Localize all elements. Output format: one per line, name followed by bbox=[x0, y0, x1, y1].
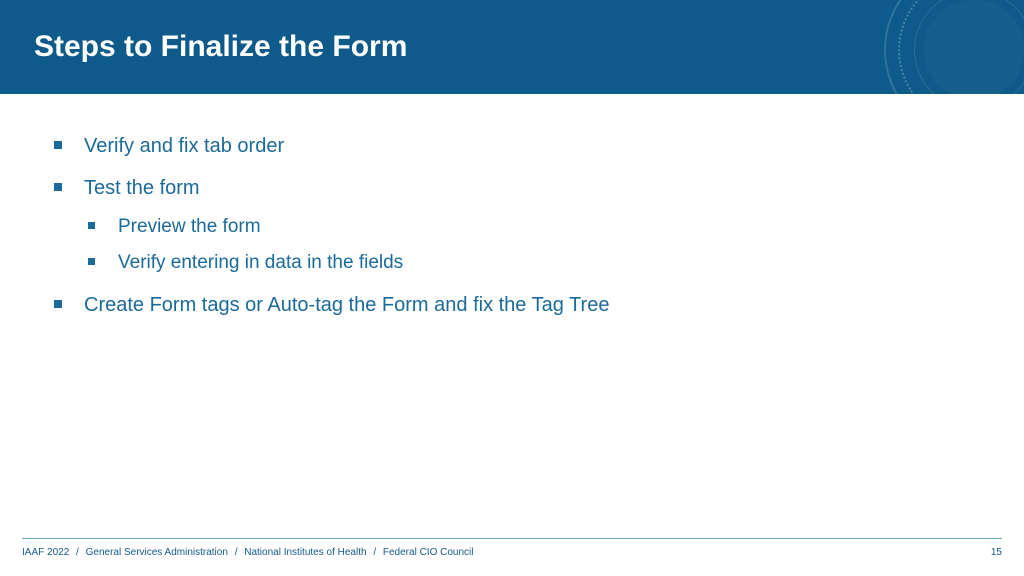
bullet-text: Test the form bbox=[84, 177, 200, 199]
slide-title: Steps to Finalize the Form bbox=[34, 30, 407, 64]
footer-sep: / bbox=[76, 547, 79, 558]
list-item: Verify entering in data in the fields bbox=[84, 248, 974, 278]
list-item: Test the form Preview the form Verify en… bbox=[50, 172, 974, 279]
footer-part: IAAF 2022 bbox=[22, 547, 69, 558]
bullet-text: Preview the form bbox=[118, 216, 261, 237]
footer-part: General Services Administration bbox=[86, 547, 228, 558]
bullet-text: Verify entering in data in the fields bbox=[118, 252, 403, 273]
bullet-text: Create Form tags or Auto-tag the Form an… bbox=[84, 294, 609, 316]
slide-header: Steps to Finalize the Form bbox=[0, 0, 1024, 94]
slide-footer: IAAF 2022 / General Services Administrat… bbox=[22, 538, 1002, 558]
list-item: Create Form tags or Auto-tag the Form an… bbox=[50, 289, 974, 321]
bullet-list: Verify and fix tab order Test the form P… bbox=[50, 130, 974, 321]
page-number: 15 bbox=[991, 547, 1002, 558]
footer-sep: / bbox=[235, 547, 238, 558]
list-item: Preview the form bbox=[84, 212, 974, 242]
footer-part: National Institutes of Health bbox=[244, 547, 366, 558]
footer-sep: / bbox=[373, 547, 376, 558]
slide-content: Verify and fix tab order Test the form P… bbox=[0, 94, 1024, 321]
sub-bullet-list: Preview the form Verify entering in data… bbox=[84, 212, 974, 279]
list-item: Verify and fix tab order bbox=[50, 130, 974, 162]
footer-text: IAAF 2022 / General Services Administrat… bbox=[22, 547, 473, 558]
footer-part: Federal CIO Council bbox=[383, 547, 474, 558]
bullet-text: Verify and fix tab order bbox=[84, 135, 284, 157]
